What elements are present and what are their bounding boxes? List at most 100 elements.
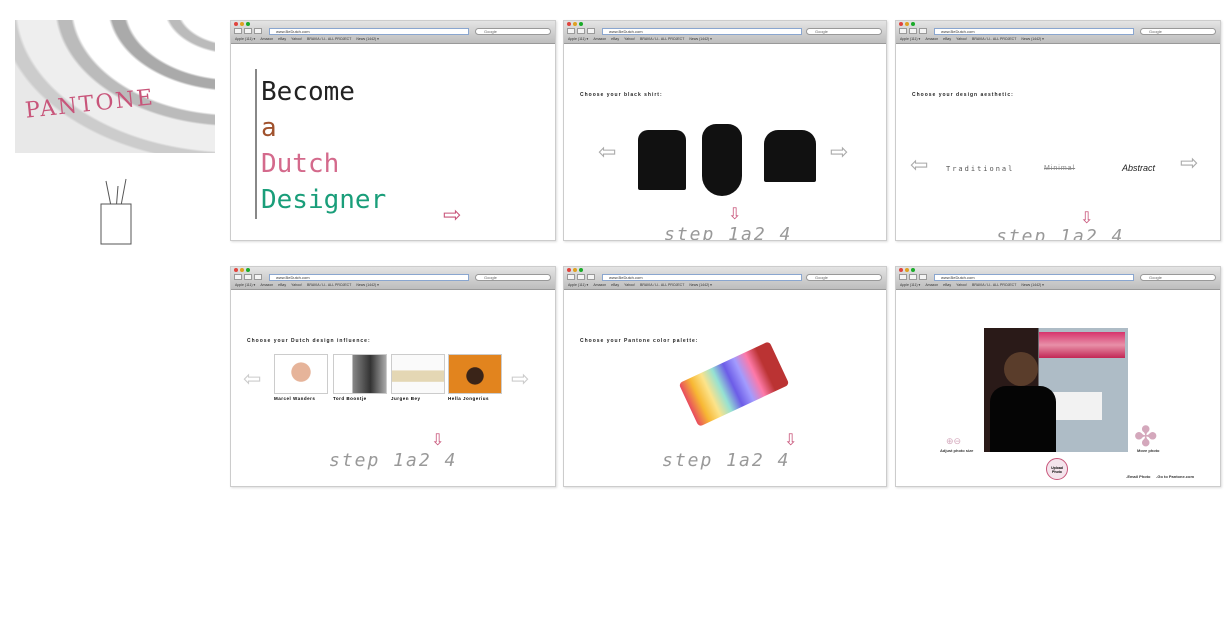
bookmark[interactable]: Amazon bbox=[260, 283, 273, 287]
bookmark[interactable]: BRAVIA / LI.. ALL PROJECT bbox=[972, 283, 1016, 287]
bookmark[interactable]: News (1442) ▾ bbox=[356, 283, 379, 287]
forward-button[interactable] bbox=[577, 274, 585, 280]
url-bar[interactable]: www.BeDutch.com bbox=[602, 28, 802, 35]
reload-button[interactable] bbox=[254, 28, 262, 34]
back-button[interactable] bbox=[567, 28, 575, 34]
bookmark[interactable]: eBay bbox=[278, 37, 286, 41]
back-button[interactable] bbox=[234, 28, 242, 34]
search-field[interactable]: Google bbox=[1140, 274, 1216, 281]
down-arrow-icon: ⇩ bbox=[431, 432, 445, 449]
reload-button[interactable] bbox=[587, 274, 595, 280]
window-controls[interactable] bbox=[234, 268, 250, 272]
designer-photo[interactable] bbox=[448, 354, 502, 394]
title-line: Dutch bbox=[261, 149, 340, 179]
shirt-option[interactable] bbox=[764, 130, 816, 182]
designer-photo[interactable] bbox=[333, 354, 387, 394]
bookmark[interactable]: BRAVIA / LI.. ALL PROJECT bbox=[307, 283, 351, 287]
forward-button[interactable] bbox=[577, 28, 585, 34]
back-button[interactable] bbox=[899, 274, 907, 280]
option-minimal[interactable]: Minimal bbox=[1044, 165, 1075, 172]
bookmark[interactable]: Amazon bbox=[260, 37, 273, 41]
next-arrow-icon[interactable]: ⇨ bbox=[443, 202, 461, 228]
prev-arrow-icon[interactable]: ⇦ bbox=[598, 139, 616, 165]
forward-button[interactable] bbox=[244, 28, 252, 34]
prev-arrow-icon[interactable]: ⇦ bbox=[910, 152, 928, 178]
back-button[interactable] bbox=[899, 28, 907, 34]
next-arrow-icon[interactable]: ⇨ bbox=[1180, 150, 1198, 176]
search-field[interactable]: Google bbox=[806, 28, 882, 35]
bookmark[interactable]: Yahoo! bbox=[291, 37, 302, 41]
forward-button[interactable] bbox=[909, 28, 917, 34]
bookmark[interactable]: eBay bbox=[278, 283, 286, 287]
url-bar[interactable]: www.BeDutch.com bbox=[602, 274, 802, 281]
bookmark[interactable]: News (1442) ▾ bbox=[1021, 283, 1044, 287]
search-field[interactable]: Google bbox=[475, 28, 551, 35]
bookmark[interactable]: Apple (111) ▾ bbox=[900, 283, 920, 287]
window-controls[interactable] bbox=[234, 22, 250, 26]
bookmark[interactable]: Apple (111) ▾ bbox=[900, 37, 920, 41]
search-field[interactable]: Google bbox=[806, 274, 882, 281]
url-bar[interactable]: www.BeDutch.com bbox=[269, 28, 469, 35]
shirt-option[interactable] bbox=[702, 124, 742, 196]
bookmark[interactable]: News (1442) ▾ bbox=[689, 283, 712, 287]
option-traditional[interactable]: Traditional bbox=[946, 165, 1014, 173]
bookmark[interactable]: Apple (111) ▾ bbox=[568, 37, 588, 41]
reload-button[interactable] bbox=[919, 274, 927, 280]
bookmark[interactable]: Amazon bbox=[925, 283, 938, 287]
forward-button[interactable] bbox=[244, 274, 252, 280]
preview-photo bbox=[984, 328, 1128, 452]
url-bar[interactable]: www.BeDutch.com bbox=[934, 28, 1134, 35]
reload-button[interactable] bbox=[254, 274, 262, 280]
pantone-link[interactable]: -Go to Pantone.com bbox=[1156, 474, 1194, 479]
bookmark[interactable]: News (1442) ▾ bbox=[1021, 37, 1044, 41]
bookmark[interactable]: eBay bbox=[943, 37, 951, 41]
upload-photo-button[interactable]: Upload Photo bbox=[1046, 458, 1068, 480]
bookmark[interactable]: BRAVIA / LI.. ALL PROJECT bbox=[640, 37, 684, 41]
window-controls[interactable] bbox=[567, 268, 583, 272]
prev-arrow-icon[interactable]: ⇦ bbox=[243, 366, 261, 392]
back-button[interactable] bbox=[234, 274, 242, 280]
bookmark[interactable]: Apple (111) ▾ bbox=[235, 37, 255, 41]
bookmark[interactable]: News (1442) ▾ bbox=[356, 37, 379, 41]
bookmark[interactable]: Yahoo! bbox=[956, 37, 967, 41]
window-controls[interactable] bbox=[899, 268, 915, 272]
bookmark[interactable]: BRAVIA / LI.. ALL PROJECT bbox=[307, 37, 351, 41]
designer-photo[interactable] bbox=[274, 354, 328, 394]
url-bar[interactable]: www.BeDutch.com bbox=[269, 274, 469, 281]
bookmark[interactable]: Amazon bbox=[593, 283, 606, 287]
forward-button[interactable] bbox=[909, 274, 917, 280]
window-controls[interactable] bbox=[567, 22, 583, 26]
bookmark[interactable]: Amazon bbox=[593, 37, 606, 41]
option-abstract[interactable]: Abstract bbox=[1122, 163, 1155, 173]
bookmark[interactable]: BRAVIA / LI.. ALL PROJECT bbox=[972, 37, 1016, 41]
bookmark[interactable]: eBay bbox=[611, 37, 619, 41]
bookmark[interactable]: Yahoo! bbox=[624, 37, 635, 41]
pantone-fan-image[interactable] bbox=[678, 341, 790, 427]
search-field[interactable]: Google bbox=[475, 274, 551, 281]
bookmark[interactable]: Amazon bbox=[925, 37, 938, 41]
designer-photo[interactable] bbox=[391, 354, 445, 394]
email-photo-link[interactable]: -Email Photo bbox=[1126, 474, 1150, 479]
next-arrow-icon[interactable]: ⇨ bbox=[511, 366, 529, 392]
prompt: Choose your design aesthetic: bbox=[912, 92, 1014, 98]
reload-button[interactable] bbox=[919, 28, 927, 34]
browser-toolbar: www.BeDutch.com Google Apple (111) ▾ Amaz… bbox=[564, 21, 886, 44]
url-bar[interactable]: www.BeDutch.com bbox=[934, 274, 1134, 281]
next-arrow-icon[interactable]: ⇨ bbox=[830, 139, 848, 165]
zoom-controls[interactable]: ⊕⊖ bbox=[946, 436, 961, 447]
bookmark[interactable]: eBay bbox=[611, 283, 619, 287]
window-controls[interactable] bbox=[899, 22, 915, 26]
search-field[interactable]: Google bbox=[1140, 28, 1216, 35]
screen-influence: www.BeDutch.com Google Apple (111) ▾ Amaz… bbox=[230, 266, 556, 487]
back-button[interactable] bbox=[567, 274, 575, 280]
shirt-option[interactable] bbox=[638, 130, 686, 190]
bookmark[interactable]: Apple (111) ▾ bbox=[568, 283, 588, 287]
bookmark[interactable]: Yahoo! bbox=[624, 283, 635, 287]
reload-button[interactable] bbox=[587, 28, 595, 34]
bookmark[interactable]: Apple (111) ▾ bbox=[235, 283, 255, 287]
bookmark[interactable]: Yahoo! bbox=[956, 283, 967, 287]
bookmark[interactable]: News (1442) ▾ bbox=[689, 37, 712, 41]
bookmark[interactable]: Yahoo! bbox=[291, 283, 302, 287]
bookmark[interactable]: eBay bbox=[943, 283, 951, 287]
bookmark[interactable]: BRAVIA / LI.. ALL PROJECT bbox=[640, 283, 684, 287]
